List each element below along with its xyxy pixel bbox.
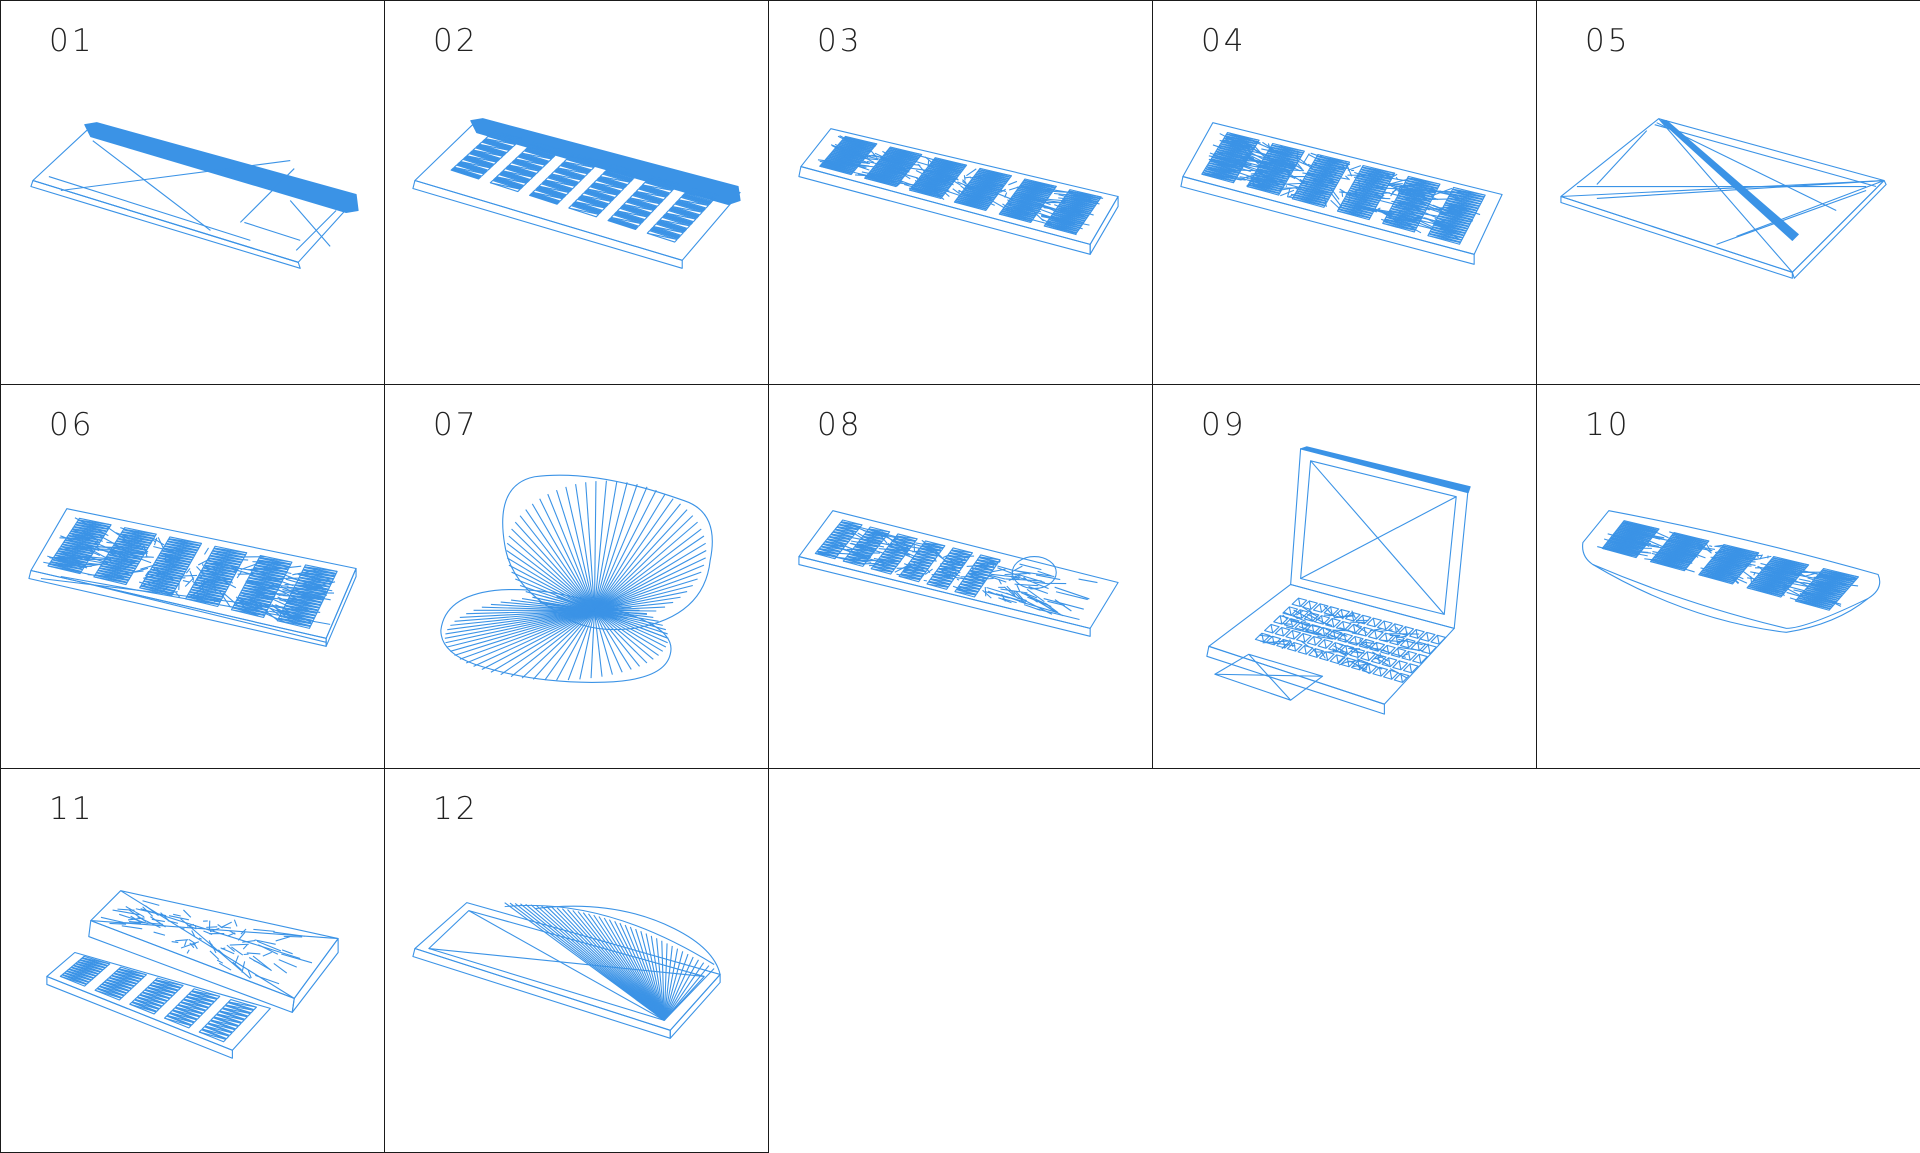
wedge-keyboard-wireframe-icon: [385, 769, 768, 1152]
flat-slab-keyboard-wireframe-icon: [1537, 1, 1920, 384]
thumbnail-cell-06[interactable]: 06: [0, 384, 385, 769]
compact-keyboard-wireframe-icon: [385, 1, 768, 384]
thumbnail-cell-10[interactable]: 10: [1536, 384, 1920, 769]
ergonomic-keyboard-wireframe-icon: [1537, 385, 1920, 768]
thumbnail-cell-02[interactable]: 02: [384, 0, 769, 385]
thumbnail-cell-07[interactable]: 07: [384, 384, 769, 769]
thumbnail-cell-12[interactable]: 12: [384, 768, 769, 1153]
thumbnail-cell-11[interactable]: 11: [0, 768, 385, 1153]
thumbnail-cell-01[interactable]: 01: [0, 0, 385, 385]
thumbnail-grid: 01 02 03: [0, 0, 1920, 1152]
keyboard-with-stand-wireframe-icon: [1, 385, 384, 768]
slider-device-wireframe-icon: [1, 769, 384, 1152]
full-keyboard-wireframe-dense-icon: [1153, 1, 1536, 384]
flat-keyboard-with-trackpad-wireframe-icon: [1, 1, 384, 384]
thumbnail-cell-04[interactable]: 04: [1152, 0, 1537, 385]
thumbnail-cell-08[interactable]: 08: [768, 384, 1153, 769]
thumbnail-cell-09[interactable]: 09: [1152, 384, 1537, 769]
thumbnail-cell-05[interactable]: 05: [1536, 0, 1920, 385]
keyboard-with-mouse-wireframe-icon: [769, 385, 1152, 768]
curved-clamshell-wireframe-icon: [385, 385, 768, 768]
laptop-wireframe-icon: [1153, 385, 1536, 768]
full-keyboard-wireframe-icon: [769, 1, 1152, 384]
thumbnail-cell-03[interactable]: 03: [768, 0, 1153, 385]
